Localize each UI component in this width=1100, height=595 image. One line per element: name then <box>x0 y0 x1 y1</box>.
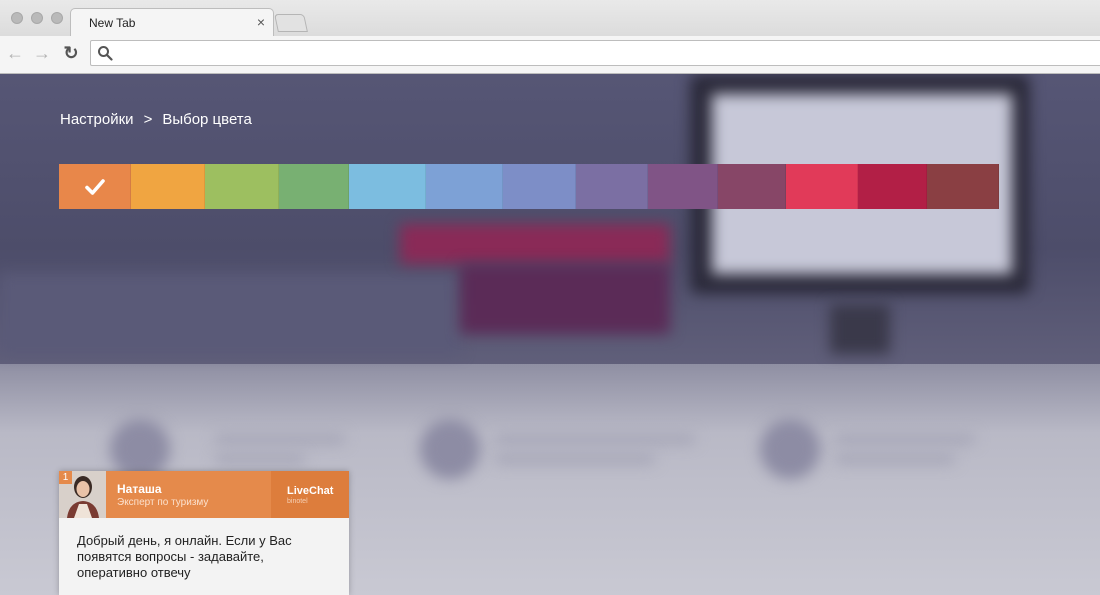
chat-header[interactable]: 1 Наташа Эксперт по туризму LiveChat bin… <box>59 471 349 518</box>
color-swatch[interactable] <box>718 164 786 209</box>
color-swatch[interactable] <box>576 164 648 209</box>
blurred-money-icon <box>760 419 820 479</box>
browser-tab[interactable]: New Tab × <box>70 8 274 36</box>
agent-role: Эксперт по туризму <box>117 497 209 508</box>
search-icon <box>98 46 113 61</box>
color-swatch-row <box>59 164 999 209</box>
blurred-shield-icon <box>420 419 480 479</box>
back-arrow-icon[interactable]: ← <box>4 42 26 64</box>
forward-arrow-icon[interactable]: → <box>31 42 53 64</box>
tab-title: New Tab <box>89 16 136 30</box>
live-chat-widget[interactable]: 1 Наташа Эксперт по туризму LiveChat bin… <box>59 471 349 595</box>
blurred-text <box>835 454 955 464</box>
browser-titlebar: New Tab × <box>0 0 1100 36</box>
avatar: 1 <box>59 471 106 518</box>
check-icon <box>84 178 105 195</box>
livechat-brand: LiveChat binotel <box>271 471 349 518</box>
chat-message: Добрый день, я онлайн. Если у Вас появят… <box>77 533 292 580</box>
color-swatch[interactable] <box>503 164 576 209</box>
close-icon[interactable]: × <box>257 14 265 30</box>
address-input[interactable] <box>117 44 1071 64</box>
blurred-shape <box>460 264 670 334</box>
color-swatch[interactable] <box>205 164 279 209</box>
page-content: Настройки > Выбор цвета 1 Наташа Эксперт п… <box>0 74 1100 595</box>
color-swatch[interactable] <box>927 164 999 209</box>
brand-subtitle: binotel <box>287 498 308 505</box>
breadcrumb-settings-link[interactable]: Настройки <box>60 111 134 128</box>
breadcrumb-separator: > <box>143 111 153 128</box>
color-swatch[interactable] <box>131 164 205 209</box>
color-swatch[interactable] <box>858 164 927 209</box>
maximize-window-button[interactable] <box>51 12 63 24</box>
minimize-window-button[interactable] <box>31 12 43 24</box>
unread-badge: 1 <box>59 471 72 484</box>
agent-name: Наташа <box>117 482 162 496</box>
color-swatch[interactable] <box>648 164 718 209</box>
address-bar[interactable] <box>90 40 1100 66</box>
blurred-text <box>835 434 975 444</box>
blurred-text <box>495 434 695 444</box>
blurred-button-shape <box>400 224 670 264</box>
blurred-code-icon <box>110 419 170 479</box>
browser-toolbar: ← → ↻ <box>0 36 1100 74</box>
color-swatch[interactable] <box>349 164 426 209</box>
brand-name: LiveChat <box>287 485 334 497</box>
color-swatch[interactable] <box>59 164 131 209</box>
color-swatch[interactable] <box>786 164 858 209</box>
close-window-button[interactable] <box>11 12 23 24</box>
blurred-monitor-stand <box>830 304 890 354</box>
breadcrumb-current: Выбор цвета <box>162 111 252 128</box>
new-tab-button[interactable] <box>274 14 308 32</box>
color-swatch[interactable] <box>426 164 503 209</box>
blurred-text <box>495 454 655 464</box>
blurred-text <box>215 454 305 464</box>
color-swatch[interactable] <box>279 164 349 209</box>
breadcrumb: Настройки > Выбор цвета <box>60 111 252 128</box>
blurred-banner <box>0 274 460 354</box>
reload-icon[interactable]: ↻ <box>60 42 82 64</box>
blurred-text <box>215 434 345 444</box>
